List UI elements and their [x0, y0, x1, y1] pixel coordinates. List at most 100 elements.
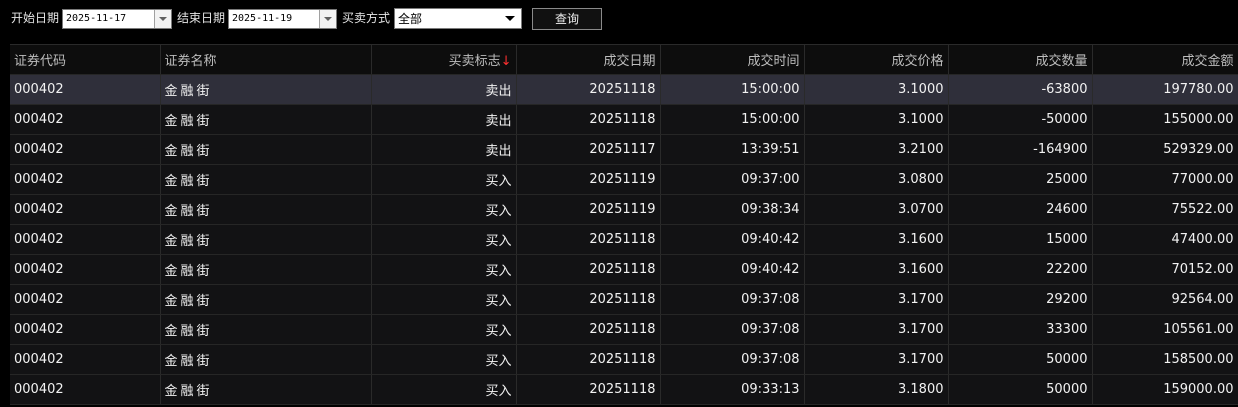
cell-name: 金融街: [160, 224, 372, 255]
cell-amount: 47400.00: [1092, 224, 1238, 255]
cell-flag: 买入: [371, 374, 517, 405]
cell-code: 000402: [10, 104, 161, 135]
cell-name: 金融街: [160, 74, 372, 105]
cell-name: 金融街: [160, 104, 372, 135]
cell-flag: 卖出: [371, 74, 517, 105]
end-date-picker[interactable]: 2025-11-19: [228, 9, 337, 29]
cell-flag: 买入: [371, 194, 517, 225]
table-header-row: 证券代码 证券名称 买卖标志↓ 成交日期 成交时间 成交价格 成交数量 成交金额: [10, 44, 1238, 75]
cell-code: 000402: [10, 164, 161, 195]
header-amount[interactable]: 成交金额: [1092, 44, 1238, 75]
header-flag-label: 买卖标志: [448, 54, 501, 69]
cell-price: 3.1600: [804, 254, 949, 285]
header-time[interactable]: 成交时间: [660, 44, 805, 75]
table-row[interactable]: 000402 金融街 买入 20251118 09:37:08 3.1700 33300 10…: [10, 314, 1238, 345]
cell-price: 3.1000: [804, 104, 949, 135]
cell-amount: 105561.00: [1092, 314, 1238, 345]
cell-time: 09:33:13: [660, 374, 805, 405]
cell-date: 20251118: [516, 254, 661, 285]
cell-amount: 155000.00: [1092, 104, 1238, 135]
query-button[interactable]: 查询: [532, 8, 602, 30]
cell-amount: 92564.00: [1092, 284, 1238, 315]
trade-type-select[interactable]: 全部: [394, 8, 522, 29]
cell-name: 金融街: [160, 314, 372, 345]
cell-price: 3.1700: [804, 344, 949, 375]
cell-code: 000402: [10, 374, 161, 405]
cell-qty: 22200: [948, 254, 1093, 285]
cell-date: 20251118: [516, 284, 661, 315]
cell-date: 20251119: [516, 194, 661, 225]
cell-name: 金融街: [160, 254, 372, 285]
cell-date: 20251118: [516, 374, 661, 405]
cell-qty: 24600: [948, 194, 1093, 225]
cell-code: 000402: [10, 74, 161, 105]
cell-date: 20251119: [516, 164, 661, 195]
cell-qty: 50000: [948, 374, 1093, 405]
header-date[interactable]: 成交日期: [516, 44, 661, 75]
cell-flag: 买入: [371, 284, 517, 315]
cell-time: 09:37:08: [660, 344, 805, 375]
sort-desc-icon: ↓: [500, 54, 512, 69]
end-date-label: 结束日期: [177, 11, 226, 25]
cell-code: 000402: [10, 134, 161, 165]
table-row[interactable]: 000402 金融街 买入 20251118 09:40:42 3.1600 22200 70…: [10, 254, 1238, 285]
cell-flag: 买入: [371, 224, 517, 255]
cell-amount: 197780.00: [1092, 74, 1238, 105]
cell-name: 金融街: [160, 284, 372, 315]
table-row[interactable]: 000402 金融街 卖出 20251118 15:00:00 3.1000 -50000 1…: [10, 104, 1238, 135]
cell-qty: -50000: [948, 104, 1093, 135]
cell-date: 20251118: [516, 224, 661, 255]
trade-type-label: 买卖方式: [342, 11, 391, 25]
cell-flag: 买入: [371, 164, 517, 195]
header-price[interactable]: 成交价格: [804, 44, 949, 75]
header-code[interactable]: 证券代码: [10, 44, 161, 75]
cell-price: 3.0800: [804, 164, 949, 195]
start-date-picker[interactable]: 2025-11-17: [62, 9, 172, 29]
cell-flag: 卖出: [371, 134, 517, 165]
chevron-down-icon[interactable]: [154, 10, 171, 28]
cell-amount: 70152.00: [1092, 254, 1238, 285]
cell-time: 13:39:51: [660, 134, 805, 165]
cell-code: 000402: [10, 344, 161, 375]
table-row[interactable]: 000402 金融街 卖出 20251118 15:00:00 3.1000 -63800 1…: [10, 74, 1238, 105]
table-row[interactable]: 000402 金融街 买入 20251118 09:40:42 3.1600 15000 47…: [10, 224, 1238, 255]
header-name[interactable]: 证券名称: [160, 44, 372, 75]
cell-qty: -63800: [948, 74, 1093, 105]
cell-time: 09:40:42: [660, 254, 805, 285]
cell-price: 3.1000: [804, 74, 949, 105]
cell-amount: 159000.00: [1092, 374, 1238, 405]
cell-price: 3.1800: [804, 374, 949, 405]
table-row[interactable]: 000402 金融街 买入 20251119 09:38:34 3.0700 24600 75…: [10, 194, 1238, 225]
cell-price: 3.1600: [804, 224, 949, 255]
cell-name: 金融街: [160, 374, 372, 405]
cell-name: 金融街: [160, 344, 372, 375]
cell-amount: 75522.00: [1092, 194, 1238, 225]
cell-qty: 50000: [948, 344, 1093, 375]
table-row[interactable]: 000402 金融街 买入 20251118 09:33:13 3.1800 50000 15…: [10, 374, 1238, 405]
start-date-value: 2025-11-17: [66, 13, 127, 24]
cell-name: 金融街: [160, 164, 372, 195]
caret-down-icon[interactable]: [505, 16, 515, 21]
cell-time: 09:40:42: [660, 224, 805, 255]
cell-date: 20251117: [516, 134, 661, 165]
start-date-label: 开始日期: [11, 11, 60, 25]
chevron-down-icon[interactable]: [319, 10, 336, 28]
cell-time: 09:37:08: [660, 284, 805, 315]
trade-type-value: 全部: [398, 12, 423, 26]
cell-code: 000402: [10, 314, 161, 345]
table-row[interactable]: 000402 金融街 卖出 20251117 13:39:51 3.2100 -164900…: [10, 134, 1238, 165]
cell-time: 15:00:00: [660, 74, 805, 105]
header-flag[interactable]: 买卖标志↓: [371, 44, 517, 75]
table-row[interactable]: 000402 金融街 买入 20251119 09:37:00 3.0800 25000 77…: [10, 164, 1238, 195]
cell-price: 3.1700: [804, 314, 949, 345]
cell-price: 3.1700: [804, 284, 949, 315]
cell-time: 15:00:00: [660, 104, 805, 135]
header-qty[interactable]: 成交数量: [948, 44, 1093, 75]
trade-table: 证券代码 证券名称 买卖标志↓ 成交日期 成交时间 成交价格 成交数量 成交金额…: [10, 44, 1238, 405]
cell-price: 3.0700: [804, 194, 949, 225]
cell-amount: 77000.00: [1092, 164, 1238, 195]
table-row[interactable]: 000402 金融街 买入 20251118 09:37:08 3.1700 50000 15…: [10, 344, 1238, 375]
cell-time: 09:37:08: [660, 314, 805, 345]
end-date-value: 2025-11-19: [232, 13, 293, 24]
table-row[interactable]: 000402 金融街 买入 20251118 09:37:08 3.1700 29200 92…: [10, 284, 1238, 315]
